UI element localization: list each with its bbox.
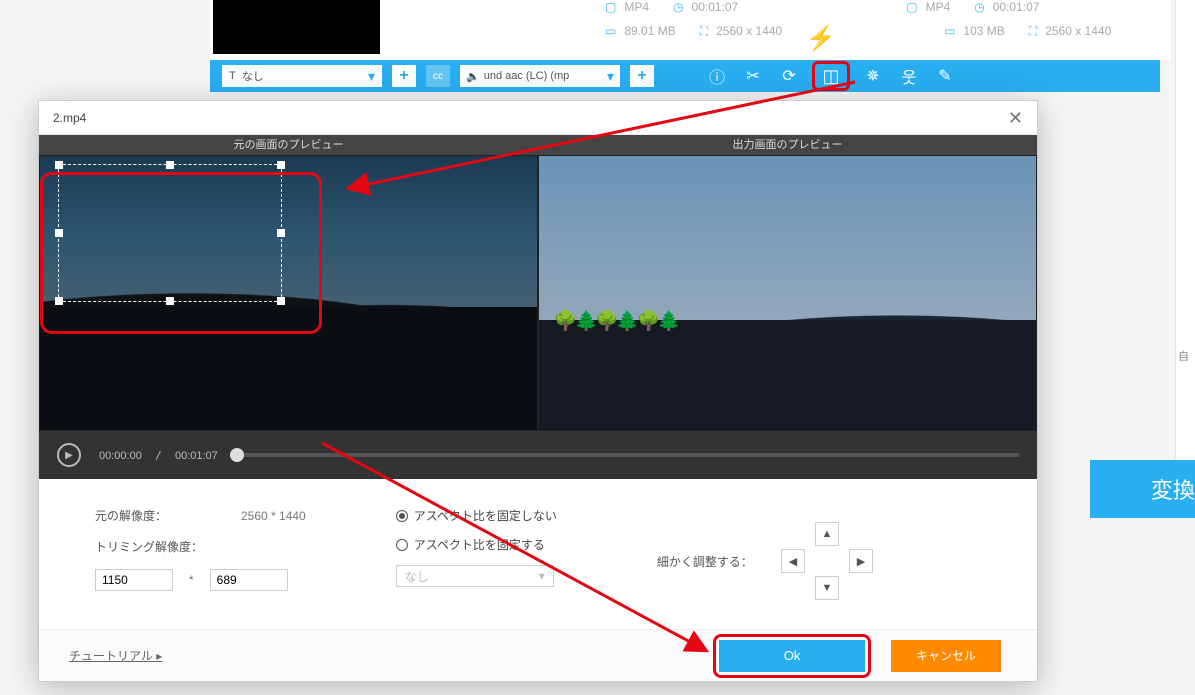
nudge-up-button[interactable]: ▲ (815, 522, 839, 546)
file-thumbnail (213, 0, 380, 54)
modal-filename: 2.mp4 (53, 101, 86, 134)
trim-height-input[interactable] (210, 569, 288, 591)
dimension-separator: * (189, 573, 194, 587)
chevron-down-icon: ▾ (607, 68, 614, 85)
src-size: 89.01 MB (624, 24, 675, 38)
auto-label: 自 (1178, 348, 1193, 364)
seek-knob[interactable] (230, 448, 244, 462)
cc-button[interactable]: cc (426, 65, 450, 87)
chevron-down-icon: ▾ (368, 68, 375, 85)
close-icon[interactable]: ✕ (1008, 101, 1023, 134)
video-icon: ▢ (906, 0, 917, 14)
aspect-lock-radio[interactable]: アスペクト比を固定する (396, 536, 557, 553)
dimensions-icon: ⛶ (700, 24, 708, 38)
fine-adjust-column: 細かく調整する： ▲ ▼ ◀ ▶ (657, 507, 873, 615)
preview-left-title: 元の画面のプレビュー (39, 135, 538, 155)
arrow-pad: ▲ ▼ ◀ ▶ (781, 522, 873, 600)
folder-icon: ▭ (605, 24, 616, 38)
tutorial-link[interactable]: チュートリアル ▸ (69, 647, 162, 664)
edit-icon[interactable]: ✎ (932, 66, 958, 86)
watermark-icon[interactable]: 웃 (896, 64, 922, 88)
crop-marquee[interactable] (58, 164, 282, 302)
aspect-ratio-selector[interactable]: なし ▾ (396, 565, 554, 587)
clock-icon: ◷ (974, 0, 984, 14)
aspect-free-radio[interactable]: アスペクト比を固定しない (396, 507, 557, 524)
resolution-column: 元の解像度： 2560 * 1440 トリミング解像度： * (95, 507, 306, 615)
subtitle-selector[interactable]: T なし ▾ (222, 65, 382, 87)
edit-toolbar: T なし ▾ + cc 🔈 und aac (LC) (mp ▾ + ⓘ ✂ ⟳… (210, 60, 1160, 92)
bolt-icon: ⚡ (806, 24, 836, 53)
scissors-icon[interactable]: ✂ (740, 66, 766, 86)
convert-button[interactable]: 変換 (1090, 460, 1195, 518)
dst-duration: 00:01:07 (993, 0, 1040, 14)
playback-time: 00:00:00 / 00:01:07 (99, 449, 218, 462)
src-dimensions: 2560 x 1440 (716, 24, 782, 38)
add-subtitle-button[interactable]: + (392, 65, 416, 87)
cancel-button[interactable]: キャンセル (891, 640, 1001, 672)
chevron-down-icon: ▾ (539, 569, 545, 583)
play-button[interactable]: ▶ (57, 443, 81, 467)
orig-res-label: 元の解像度： (95, 507, 225, 524)
ok-button[interactable]: Ok (719, 640, 865, 672)
rotate-icon[interactable]: ⟳ (776, 66, 802, 86)
source-preview[interactable] (40, 156, 537, 430)
preview-header: 元の画面のプレビュー 出力画面のプレビュー (39, 135, 1037, 155)
crop-modal: 2.mp4 ✕ 元の画面のプレビュー 出力画面のプレビュー 🌳🌲🌳🌲🌳🌲 ▶ 0… (38, 100, 1038, 682)
src-format: MP4 (624, 0, 649, 14)
file-info-row1: ▢ MP4 ◷ 00:01:07 ▢ MP4 ◷ 00:01:07 (605, 0, 1039, 14)
file-info-row2: ▭ 89.01 MB ⛶ 2560 x 1440 ⚡ ▭ 103 MB ⛶ 2560 x… (605, 24, 1111, 53)
tree-silhouette-icon: 🌳🌲🌳🌲🌳🌲 (554, 309, 678, 333)
playbar: ▶ 00:00:00 / 00:01:07 (39, 431, 1037, 479)
side-panel: 自 (1175, 0, 1195, 460)
ok-button-highlight: Ok (713, 634, 871, 678)
info-icon[interactable]: ⓘ (704, 64, 730, 88)
dst-format: MP4 (926, 0, 951, 14)
seek-track[interactable] (236, 453, 1019, 457)
preview-right-title: 出力画面のプレビュー (538, 135, 1037, 155)
trim-res-label: トリミング解像度： (95, 538, 225, 555)
aspect-column: アスペクト比を固定しない アスペクト比を固定する なし ▾ (396, 507, 557, 615)
audio-selector[interactable]: 🔈 und aac (LC) (mp ▾ (460, 65, 620, 87)
dst-dimensions: 2560 x 1440 (1045, 24, 1111, 38)
folder-icon: ▭ (944, 24, 955, 38)
trim-width-input[interactable] (95, 569, 173, 591)
nudge-right-button[interactable]: ▶ (849, 549, 873, 573)
video-icon: ▢ (605, 0, 616, 14)
dimensions-icon: ⛶ (1029, 24, 1037, 38)
crop-button-highlight: ◫ (812, 61, 850, 91)
add-audio-button[interactable]: + (630, 65, 654, 87)
clock-icon: ◷ (673, 0, 683, 14)
crop-icon[interactable]: ◫ (822, 66, 839, 87)
orig-res-value: 2560 * 1440 (241, 509, 306, 523)
fine-adjust-label: 細かく調整する： (657, 553, 753, 570)
dst-size: 103 MB (963, 24, 1004, 38)
file-row: ▢ MP4 ◷ 00:01:07 ▢ MP4 ◷ 00:01:07 ▭ 89.01 MB … (210, 0, 1170, 60)
nudge-left-button[interactable]: ◀ (781, 549, 805, 573)
src-duration: 00:01:07 (692, 0, 739, 14)
nudge-down-button[interactable]: ▼ (815, 576, 839, 600)
output-preview: 🌳🌲🌳🌲🌳🌲 (539, 156, 1036, 430)
fx-icon[interactable]: ✵ (860, 66, 886, 86)
